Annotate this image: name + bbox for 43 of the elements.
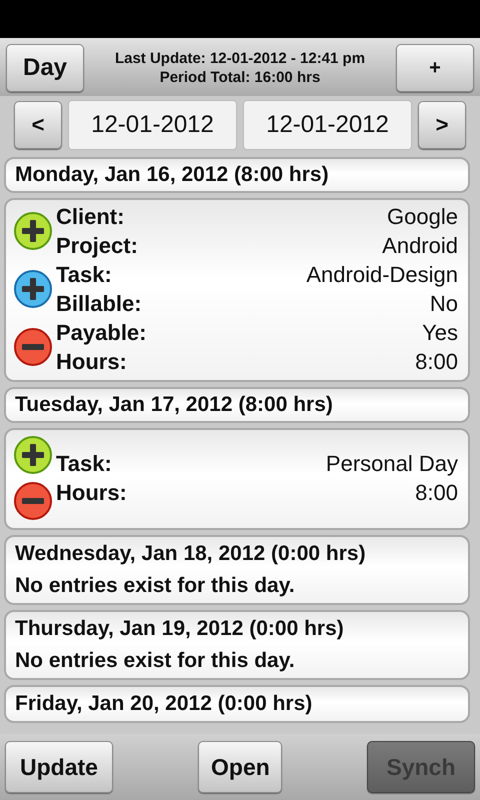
field-value: 8:00 [415, 479, 458, 507]
day-card[interactable]: Friday, Jan 20, 2012 (0:00 hrs) [4, 685, 470, 723]
day-card[interactable]: Thursday, Jan 19, 2012 (0:00 hrs) No entries exist for this day. [4, 610, 470, 680]
day-header[interactable]: Tuesday, Jan 17, 2012 (8:00 hrs) [4, 387, 470, 423]
field-label: Hours: [56, 348, 127, 376]
previous-button[interactable]: < [14, 101, 62, 149]
field-value: No [430, 290, 458, 318]
day-header[interactable]: Monday, Jan 16, 2012 (8:00 hrs) [4, 157, 470, 193]
plus-icon[interactable] [13, 269, 53, 309]
field-label: Project: [56, 232, 138, 260]
field-label: Hours: [56, 479, 127, 507]
minus-icon[interactable] [13, 481, 53, 521]
day-title: Friday, Jan 20, 2012 (0:00 hrs) [15, 691, 314, 717]
field-label: Client: [56, 203, 124, 231]
day-title: Wednesday, Jan 18, 2012 (0:00 hrs) [15, 541, 367, 567]
period-total-text: Period Total: 16:00 hrs [160, 68, 320, 87]
field-value: Google [387, 203, 458, 231]
day-view-button[interactable]: Day [6, 44, 84, 92]
action-button[interactable]: Open [198, 741, 282, 793]
start-date-field[interactable]: 12-01-2012 [68, 100, 237, 150]
action-button[interactable]: Update [5, 741, 113, 793]
no-entries-text: No entries exist for this day. [15, 573, 296, 599]
last-update-text: Last Update: 12-01-2012 - 12:41 pm [114, 49, 366, 68]
field-label: Task: [56, 261, 112, 289]
field-label: Task: [56, 450, 112, 478]
day-title: Thursday, Jan 19, 2012 (0:00 hrs) [15, 616, 345, 642]
field-label: Billable: [56, 290, 142, 318]
minus-icon[interactable] [13, 327, 53, 367]
plus-icon[interactable] [13, 211, 53, 251]
plus-icon[interactable] [13, 435, 53, 475]
field-value: Yes [422, 319, 458, 347]
field-label: Payable: [56, 319, 146, 347]
next-button[interactable]: > [418, 101, 466, 149]
add-button[interactable]: + [396, 44, 474, 92]
field-value: Android-Design [306, 261, 458, 289]
field-value: Android [382, 232, 458, 260]
entry-card[interactable]: Task: Personal Day Hours: 8:00 [4, 428, 470, 530]
entry-card[interactable]: Client: Google Project: Android Task: Android-Design Billable: No Payable: Yes Hours: 8:00 [4, 198, 470, 382]
field-value: Personal Day [326, 450, 458, 478]
end-date-field[interactable]: 12-01-2012 [243, 100, 412, 150]
no-entries-text: No entries exist for this day. [15, 648, 296, 674]
field-value: 8:00 [415, 348, 458, 376]
day-card[interactable]: Wednesday, Jan 18, 2012 (0:00 hrs) No entries exist for this day. [4, 535, 470, 605]
